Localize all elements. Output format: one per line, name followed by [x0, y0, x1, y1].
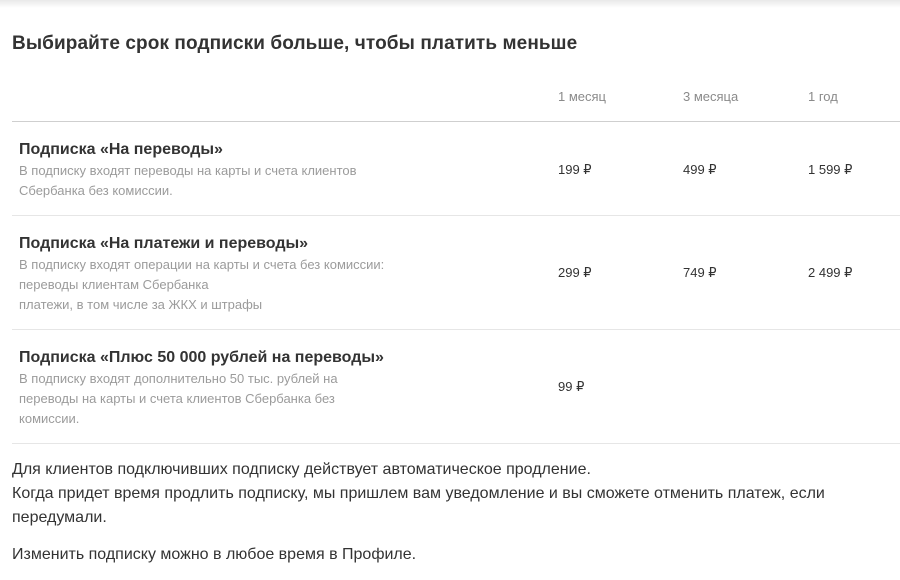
table-row: Подписка «На платежи и переводы» В подпи…	[12, 216, 900, 330]
table-row: Подписка «На переводы» В подписку входят…	[12, 122, 900, 216]
plan-name: Подписка «На переводы»	[19, 141, 223, 158]
plan-name: Подписка «На платежи и переводы»	[19, 235, 309, 252]
renewal-info: Для клиентов подключивших подписку дейст…	[12, 458, 892, 530]
plan-name: Подписка «Плюс 50 000 рублей на переводы…	[19, 349, 384, 366]
price-1-month: 199 ₽	[558, 162, 592, 177]
page-title: Выбирайте срок подписки больше, чтобы пл…	[12, 33, 578, 54]
auto-renewal-text: Для клиентов подключивших подписку дейст…	[12, 461, 591, 478]
price-1-year: 1 599 ₽	[808, 162, 853, 177]
plan-description: В подписку входят дополнительно 50 тыс. …	[19, 371, 338, 426]
change-subscription-text: Изменить подписку можно в любое время в …	[12, 546, 417, 563]
table-row: Подписка «Плюс 50 000 рублей на переводы…	[12, 330, 900, 444]
notification-text-cont: передумали.	[12, 509, 107, 526]
column-header-1-year: 1 год	[808, 89, 838, 104]
column-header-3-months: 3 месяца	[683, 89, 739, 104]
top-shadow	[0, 0, 900, 8]
column-header-1-month: 1 месяц	[558, 89, 606, 104]
plan-description: В подписку входят операции на карты и сч…	[19, 257, 385, 312]
price-1-month: 99 ₽	[558, 379, 585, 394]
price-3-months: 499 ₽	[683, 162, 717, 177]
price-1-month: 299 ₽	[558, 265, 592, 280]
notification-text: Когда придет время продлить подписку, мы…	[12, 485, 825, 502]
price-3-months: 749 ₽	[683, 265, 717, 280]
plan-description: В подписку входят переводы на карты и сч…	[19, 163, 357, 198]
price-1-year: 2 499 ₽	[808, 265, 853, 280]
